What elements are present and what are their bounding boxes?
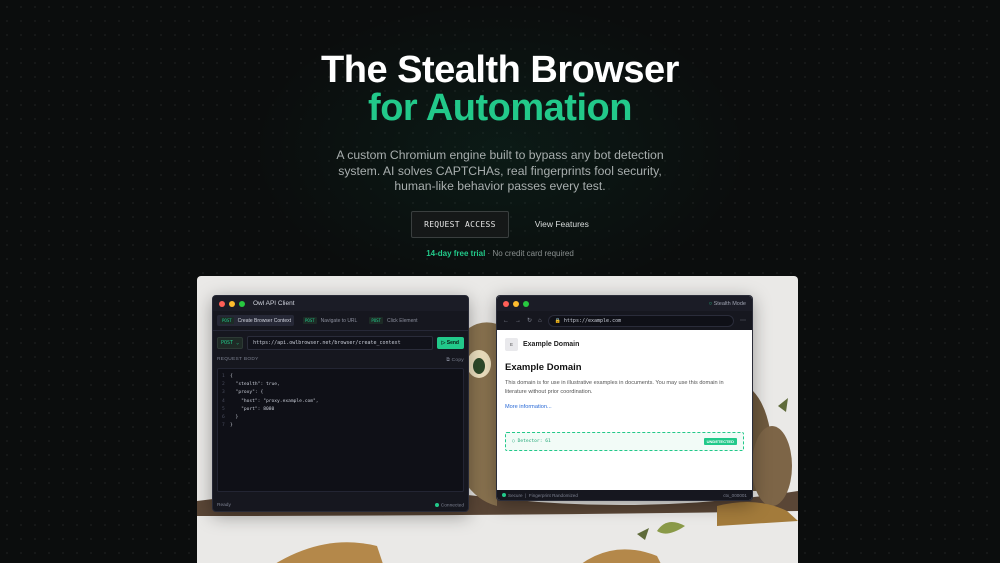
tab-click-element[interactable]: POST Click Element (366, 315, 420, 326)
search-icon: ○ (512, 439, 515, 444)
more-info-link[interactable]: More information... (505, 404, 744, 410)
code-line: 4 "host": "proxy.example.com", (222, 398, 319, 404)
status-ready: Ready (217, 502, 231, 508)
code-line: 7} (222, 423, 233, 429)
copy-icon: ⧉ (446, 358, 450, 363)
tab-label: Navigate to URL (320, 317, 358, 324)
status-left: Secure | Fingerprint Randomized (502, 493, 578, 498)
reload-icon[interactable]: ↻ (527, 317, 532, 324)
trial-rest: · No credit card required (485, 248, 574, 258)
view-features-link[interactable]: View Features (535, 219, 589, 229)
api-window-title: Owl API Client (253, 300, 295, 307)
status-badge: UNDETECTED (703, 438, 737, 445)
method-select[interactable]: POST ⌄ (217, 337, 244, 349)
product-preview: Owl API Client POST Create Browser Conte… (197, 276, 798, 563)
back-icon[interactable]: ← (503, 318, 509, 324)
minimize-icon[interactable] (229, 300, 235, 307)
site-name: Example Domain (523, 341, 580, 348)
tab-label: Click Element (386, 317, 418, 324)
home-icon[interactable]: ⌂ (538, 318, 542, 324)
tab-method: POST (220, 317, 234, 324)
tab-label: Create Browser Context (237, 317, 291, 324)
hero-section: The Stealth Browser for Automation A cus… (0, 50, 1000, 258)
minimize-icon[interactable] (513, 300, 519, 307)
shield-icon: ○ (708, 300, 713, 307)
code-line: 6 } (222, 415, 239, 421)
detector-panel: ○ Detector: 61 UNDETECTED (505, 432, 744, 451)
lock-icon: 🔒 (554, 317, 561, 324)
maximize-icon[interactable] (523, 300, 529, 307)
copy-label: Copy (451, 358, 464, 363)
chevron-down-icon: ⌄ (236, 340, 240, 346)
browser-status-bar: Secure | Fingerprint Randomized ctx_0000… (497, 490, 752, 500)
status-connected: Connected (434, 502, 464, 508)
code-line: 3 "proxy": { (222, 390, 264, 396)
secure-dot-icon (502, 493, 506, 498)
request-url-row: POST ⌄ https://api.owlbrowser.net/browse… (213, 331, 468, 355)
menu-icon[interactable]: ⋯ (740, 317, 746, 324)
page-heading: Example Domain (505, 362, 582, 373)
play-icon: ▷ (441, 340, 446, 346)
forward-icon[interactable]: → (515, 318, 521, 324)
code-line: 2 "stealth": true, (222, 382, 280, 388)
request-body-editor[interactable]: 1{ 2 "stealth": true, 3 "proxy": { 4 "ho… (217, 368, 464, 492)
window-controls (503, 300, 529, 307)
close-icon[interactable] (219, 300, 225, 307)
hero-title-line2: for Automation (368, 87, 632, 129)
api-window-titlebar: Owl API Client (213, 296, 468, 311)
trial-highlight: 14-day free trial (426, 248, 486, 258)
window-controls (219, 300, 245, 307)
request-url-input[interactable]: https://api.owlbrowser.net/browser/creat… (247, 336, 433, 350)
code-line: 5 "port": 8080 (222, 406, 275, 412)
page-paragraph: This domain is for use in illustrative e… (505, 380, 724, 395)
maximize-icon[interactable] (239, 300, 245, 307)
send-label: Send (446, 340, 459, 346)
cta-row: REQUEST ACCESS View Features (0, 210, 1000, 238)
hero-subtitle: A custom Chromium engine built to bypass… (336, 148, 664, 193)
trial-note: 14-day free trial · No credit card requi… (0, 249, 1000, 258)
request-body-header: REQUEST BODY ⧉ Copy (213, 355, 468, 365)
request-body-label: REQUEST BODY (217, 357, 259, 362)
connected-dot-icon (434, 502, 439, 507)
code-line: 1{ (222, 374, 233, 379)
browser-titlebar: ○ Stealth Mode (497, 296, 752, 311)
api-status-bar: Ready Connected (213, 500, 468, 511)
method-value: POST (221, 340, 234, 346)
close-icon[interactable] (503, 300, 509, 307)
hero-title-line1: The Stealth Browser (321, 49, 679, 91)
send-button[interactable]: ▷ Send (436, 337, 464, 349)
request-tabs: POST Create Browser Context POST Navigat… (213, 311, 468, 331)
browser-window: ○ Stealth Mode ← → ↻ ⌂ 🔒 https://example… (496, 295, 753, 501)
address-bar[interactable]: 🔒 https://example.com (547, 314, 734, 327)
request-access-button[interactable]: REQUEST ACCESS (411, 210, 509, 238)
tab-method: POST (369, 317, 383, 324)
fingerprint-status: Fingerprint Randomized (528, 492, 578, 498)
browser-navbar: ← → ↻ ⌂ 🔒 https://example.com ⋯ (497, 311, 752, 330)
detector-score: ○ Detector: 61 (512, 439, 551, 444)
tab-create-browser-context[interactable]: POST Create Browser Context (217, 315, 294, 326)
browser-page: E Example Domain Example Domain This dom… (497, 330, 752, 451)
tab-method: POST (303, 317, 317, 324)
stealth-mode-indicator: ○ Stealth Mode (708, 300, 746, 307)
api-client-window: Owl API Client POST Create Browser Conte… (212, 295, 469, 512)
tab-navigate-to-url[interactable]: POST Navigate to URL (300, 315, 360, 326)
site-header: E Example Domain (505, 338, 744, 351)
favicon-icon: E (505, 338, 518, 351)
copy-button[interactable]: ⧉ Copy (446, 357, 464, 363)
context-id: ctx_000001 (723, 492, 747, 498)
